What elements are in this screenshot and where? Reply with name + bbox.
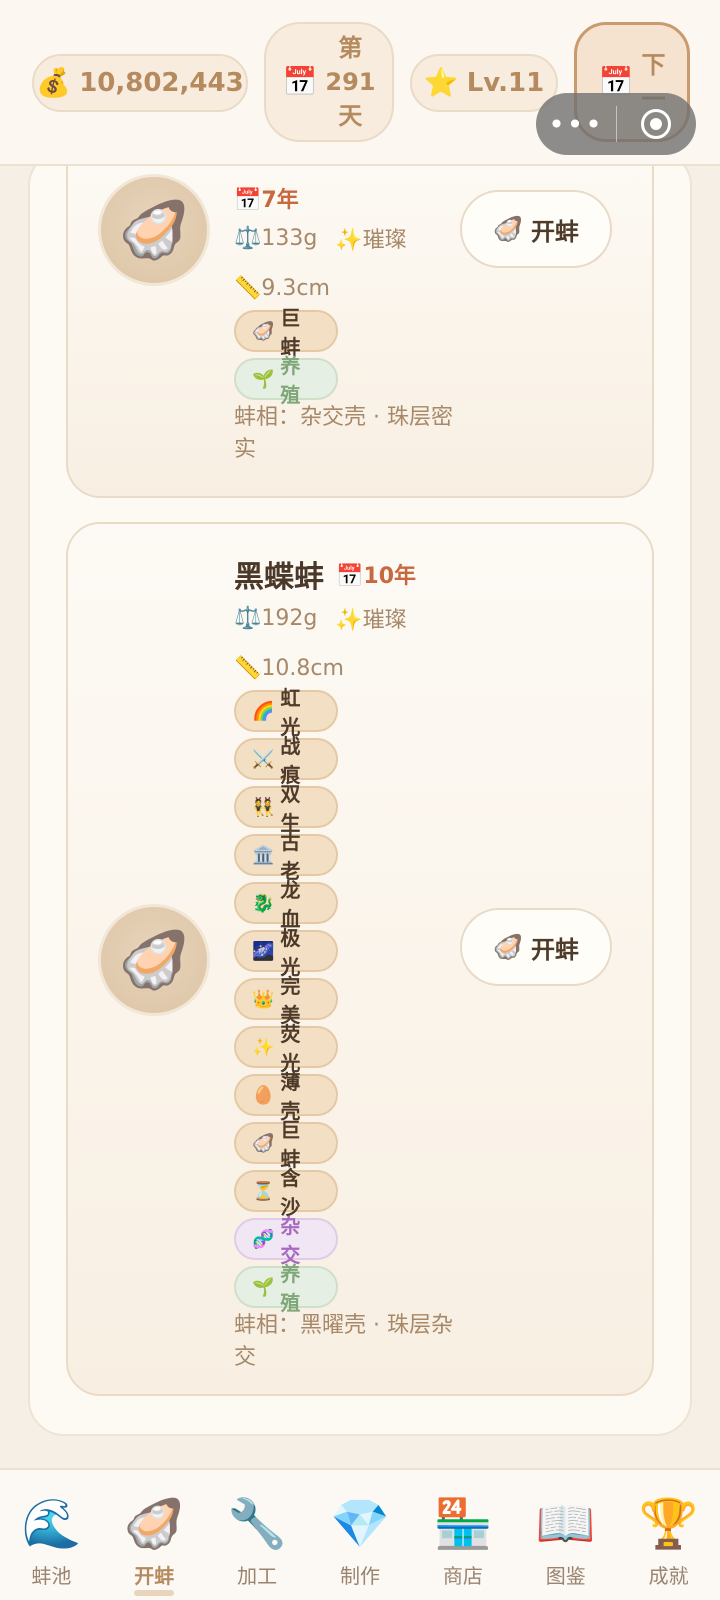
sparkles-icon: ✨ bbox=[252, 1036, 275, 1058]
tag: 👯 双生 bbox=[234, 782, 338, 835]
tab-6[interactable]: 📖 图鉴 bbox=[514, 1470, 617, 1600]
tag: 🌈 虹光 bbox=[234, 686, 338, 739]
clam-name: 黑蝶蚌 bbox=[234, 560, 324, 595]
level-value: Lv.11 bbox=[466, 68, 545, 98]
tab-label: 制作 bbox=[340, 1564, 380, 1588]
seedling-icon: 🌱 bbox=[252, 368, 275, 390]
clam-icon: 🦪 bbox=[493, 933, 523, 961]
clam-description: 蚌相：杂交壳 · 珠层密实 bbox=[234, 405, 453, 462]
clam-age: 📅7年 bbox=[234, 188, 299, 213]
tag: 🥚 薄壳 bbox=[234, 1070, 338, 1123]
weight: ⚖️133g bbox=[234, 225, 318, 251]
tag: 🐉 龙血 bbox=[234, 878, 338, 931]
tag: ✨ 荧光 bbox=[234, 1022, 338, 1075]
active-tab-indicator bbox=[134, 1590, 175, 1596]
dna-icon: 🧬 bbox=[252, 1228, 275, 1250]
money-badge: 💰 10,802,443 bbox=[32, 54, 248, 112]
clam-meta: ⚖️192g ✨璀璨 bbox=[234, 598, 464, 638]
clam-title-row: 黑蝶蚌 📅10年 bbox=[234, 554, 464, 595]
trophy-icon: 🏆 bbox=[638, 1496, 699, 1552]
money-bag-icon: 💰 bbox=[36, 66, 72, 99]
tab-label: 开蚌 bbox=[134, 1564, 175, 1588]
rainbow-icon: 🌈 bbox=[252, 700, 275, 722]
clam-age: 📅10年 bbox=[336, 564, 417, 589]
tab-label: 加工 bbox=[237, 1564, 278, 1588]
open-clam-button[interactable]: 🦪 开蚌 bbox=[460, 190, 612, 268]
day-text: 第 291 天 bbox=[325, 34, 376, 130]
clam-icon: 🦪 bbox=[98, 904, 210, 1016]
store-icon: 🏪 bbox=[432, 1496, 493, 1552]
twins-icon: 👯 bbox=[252, 796, 275, 818]
seedling-icon: 🌱 bbox=[252, 1276, 275, 1298]
wave-icon: 🌊 bbox=[21, 1496, 82, 1552]
tag-list: 🌈 虹光 ⚔️ 战痕 👯 双生 🏛️ 古老 🐉 龙血 🌌 极光 👑 完美 ✨ 荧光 🥚 薄壳 🦪 巨蚌 ⏳ 含沙 🧬 杂交 🌱 养… bbox=[234, 686, 464, 1315]
tag: 🧬 杂交 bbox=[234, 1214, 338, 1267]
galaxy-icon: 🌌 bbox=[252, 940, 275, 962]
crown-icon: 👑 bbox=[252, 988, 275, 1010]
level-badge: ⭐ Lv.11 bbox=[410, 54, 558, 112]
tab-5[interactable]: 🏪 商店 bbox=[411, 1470, 514, 1600]
more-icon[interactable]: ••• bbox=[536, 108, 616, 141]
weight: ⚖️192g bbox=[234, 605, 318, 631]
calendar-icon: 📅 bbox=[598, 65, 634, 98]
tag: 🦪 巨蚌 bbox=[234, 1118, 338, 1171]
tab-2[interactable]: 🦪 开蚌 bbox=[103, 1470, 206, 1600]
clam-card: 🦪 📅7年 ⚖️133g ✨璀璨 📏 9.3cm 🦪 巨蚌 🌱 养殖 蚌相：杂交壳 ·… bbox=[66, 150, 654, 498]
quality: ✨璀璨 bbox=[335, 608, 407, 633]
clam-info: 黑蝶蚌 📅10年 ⚖️192g ✨璀璨 📏 10.8cm 🌈 虹光 ⚔️ 战痕 👯 双生 🏛️… bbox=[234, 554, 464, 1374]
tab-label: 图鉴 bbox=[545, 1564, 586, 1588]
tag: ⚔️ 战痕 bbox=[234, 734, 338, 787]
tab-label: 成就 bbox=[648, 1564, 689, 1588]
tag: 🦪 巨蚌 bbox=[234, 306, 338, 359]
tag: ⏳ 含沙 bbox=[234, 1166, 338, 1219]
clam-title-row: 📅7年 bbox=[234, 178, 464, 218]
tag: 🌱 养殖 bbox=[234, 354, 338, 407]
bottom-tab-bar: 🌊 蚌池 🦪 开蚌 🔧 加工 💎 制作 🏪 商店 📖 图鉴 🏆 成就 bbox=[0, 1468, 720, 1600]
calendar-icon: 📅 bbox=[282, 65, 318, 98]
tab-4[interactable]: 💎 制作 bbox=[309, 1470, 412, 1600]
book-icon: 📖 bbox=[535, 1496, 596, 1552]
hourglass-icon: ⏳ bbox=[252, 1180, 275, 1202]
egg-icon: 🥚 bbox=[252, 1084, 275, 1106]
tag: 👑 完美 bbox=[234, 974, 338, 1027]
clam-icon: 🦪 bbox=[493, 215, 523, 243]
tab-3[interactable]: 🔧 加工 bbox=[206, 1470, 309, 1600]
tag: 🌌 极光 bbox=[234, 926, 338, 979]
clam-meta: ⚖️133g ✨璀璨 bbox=[234, 218, 464, 258]
giant-clam-icon: 🦪 bbox=[252, 320, 275, 342]
tag: 🌱 养殖 bbox=[234, 1262, 338, 1315]
quality: ✨璀璨 bbox=[335, 228, 407, 253]
day-badge: 📅 第 291 天 bbox=[264, 22, 394, 142]
clam-description: 蚌相：黑曜壳 · 珠层杂交 bbox=[234, 1313, 453, 1370]
capsule-divider bbox=[616, 106, 617, 142]
gem-icon: 💎 bbox=[330, 1496, 390, 1552]
tab-label: 商店 bbox=[442, 1564, 483, 1588]
money-value: 10,802,443 bbox=[79, 68, 244, 98]
size: 📏 9.3cm bbox=[234, 275, 330, 301]
classical-building-icon: 🏛️ bbox=[252, 844, 275, 866]
tag: 🏛️ 古老 bbox=[234, 830, 338, 883]
clam-icon: 🦪 bbox=[98, 174, 210, 286]
tab-label: 蚌池 bbox=[31, 1564, 72, 1588]
tag-list: 🦪 巨蚌 🌱 养殖 bbox=[234, 306, 464, 407]
close-target-icon[interactable] bbox=[641, 109, 671, 139]
open-clam-button[interactable]: 🦪 开蚌 bbox=[460, 908, 612, 986]
clam-info: 📅7年 ⚖️133g ✨璀璨 📏 9.3cm 🦪 巨蚌 🌱 养殖 蚌相：杂交壳 · 珠… bbox=[234, 178, 464, 466]
clam-card: 🦪 黑蝶蚌 📅10年 ⚖️192g ✨璀璨 📏 10.8cm 🌈 虹光 ⚔️ 战痕 👯 双生… bbox=[66, 522, 654, 1396]
size: 📏 10.8cm bbox=[234, 655, 344, 681]
wrench-icon: 🔧 bbox=[227, 1496, 288, 1552]
tab-1[interactable]: 🌊 蚌池 bbox=[0, 1470, 103, 1600]
crossed-swords-icon: ⚔️ bbox=[252, 748, 275, 770]
dragon-icon: 🐉 bbox=[252, 892, 275, 914]
clam-icon: 🦪 bbox=[124, 1496, 185, 1552]
giant-clam-icon: 🦪 bbox=[252, 1132, 275, 1154]
tab-7[interactable]: 🏆 成就 bbox=[617, 1470, 720, 1600]
miniprogram-capsule: ••• bbox=[536, 93, 696, 155]
star-icon: ⭐ bbox=[423, 66, 459, 99]
